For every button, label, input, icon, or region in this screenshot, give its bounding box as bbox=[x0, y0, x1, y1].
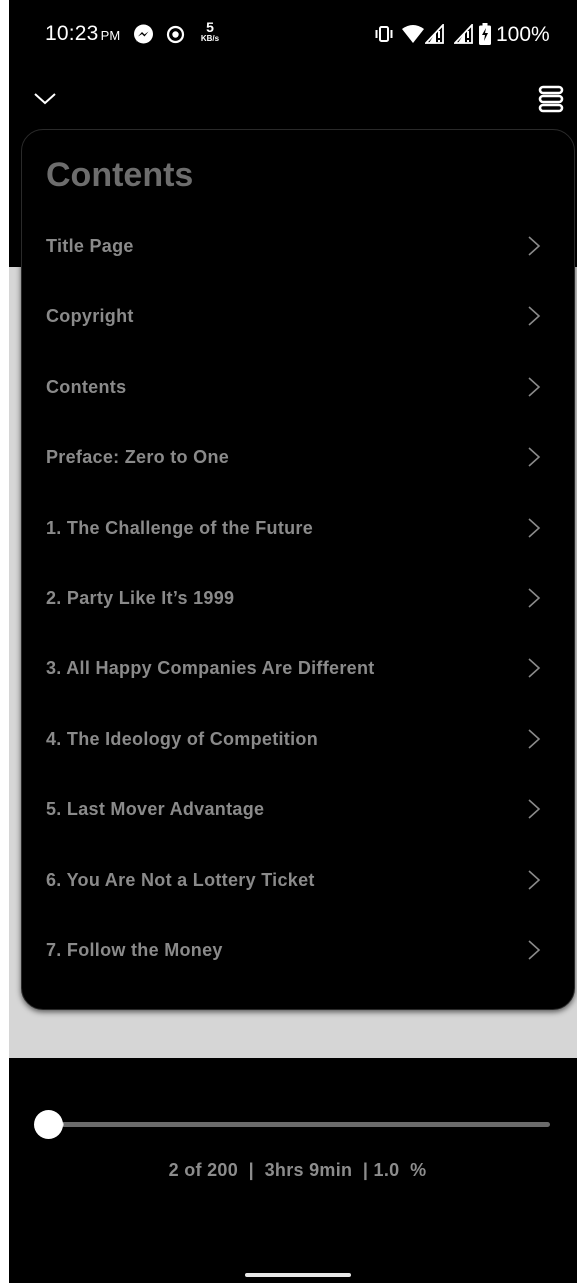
chevron-right-icon bbox=[528, 236, 541, 256]
messenger-icon bbox=[134, 24, 153, 44]
network-speed-unit: KB/s bbox=[200, 34, 220, 43]
top-bar bbox=[9, 68, 577, 130]
toc-item[interactable]: 4. The Ideology of Competition bbox=[22, 705, 576, 775]
toc-item-label: 7. Follow the Money bbox=[46, 939, 223, 960]
toc-item-label: Copyright bbox=[46, 306, 134, 327]
collapse-button[interactable] bbox=[31, 86, 59, 110]
signal-icon bbox=[454, 24, 473, 44]
chevron-right-icon bbox=[528, 940, 541, 960]
toc-item[interactable]: Preface: Zero to One bbox=[22, 423, 576, 493]
toc-item-label: Title Page bbox=[46, 236, 134, 256]
chevron-right-icon bbox=[528, 447, 541, 467]
toc-item-label: 2. Party Like It’s 1999 bbox=[46, 587, 235, 608]
home-indicator[interactable] bbox=[245, 1273, 351, 1277]
toc-item-label: 5. Last Mover Advantage bbox=[46, 799, 265, 820]
chevron-right-icon bbox=[528, 658, 541, 678]
record-icon bbox=[166, 25, 185, 44]
battery-percentage: 100% bbox=[496, 23, 550, 46]
toc-item[interactable]: 6. You Are Not a Lottery Ticket bbox=[22, 846, 576, 916]
network-speed: 5 KB/s bbox=[198, 20, 222, 43]
chevron-right-icon bbox=[528, 588, 541, 608]
chevron-right-icon bbox=[528, 517, 541, 538]
progress-info: 2 of 200 | 3hrs 9min | 1.0 % bbox=[168, 1160, 427, 1180]
toc-item-label: 6. You Are Not a Lottery Ticket bbox=[46, 869, 315, 890]
status-time-ampm: PM bbox=[100, 28, 121, 43]
toc-item[interactable]: Contents bbox=[22, 353, 576, 423]
progress-slider[interactable] bbox=[59, 1122, 550, 1127]
menu-stack-icon bbox=[538, 85, 564, 113]
contents-title: Contents bbox=[46, 156, 194, 194]
app-screen: 10:23 PM 5 KB/s 100% Contents Title Page… bbox=[9, 0, 577, 1283]
toc-item-label: Preface: Zero to One bbox=[46, 447, 230, 468]
chevron-right-icon bbox=[528, 869, 541, 890]
status-time: 10:23 PM bbox=[45, 22, 120, 46]
toc-item[interactable]: Copyright bbox=[22, 282, 576, 352]
toc-item[interactable]: Title Page bbox=[22, 212, 576, 282]
chevron-right-icon bbox=[528, 729, 541, 749]
toc-item[interactable]: 3. All Happy Companies Are Different bbox=[22, 634, 576, 704]
chevron-down-icon bbox=[34, 93, 56, 105]
progress-slider-thumb[interactable] bbox=[34, 1110, 63, 1139]
contents-panel: Contents Title Page Copyright Contents Pref… bbox=[21, 129, 575, 1010]
toc-item[interactable]: 7. Follow the Money bbox=[22, 916, 576, 986]
reading-page-edge bbox=[9, 1034, 577, 1058]
wifi-icon bbox=[402, 25, 424, 43]
network-speed-value: 5 bbox=[206, 19, 214, 35]
toc-item-label: 1. The Challenge of the Future bbox=[46, 517, 314, 538]
chevron-right-icon bbox=[528, 377, 541, 397]
battery-charging-icon bbox=[479, 23, 491, 45]
chevron-right-icon bbox=[528, 306, 541, 326]
toc-item-label: 4. The Ideology of Competition bbox=[46, 728, 318, 749]
chevron-right-icon bbox=[528, 799, 541, 819]
toc-item[interactable]: 1. The Challenge of the Future bbox=[22, 494, 576, 564]
vibrate-icon bbox=[375, 26, 393, 42]
toc-item-label: Contents bbox=[46, 376, 127, 397]
toc-item[interactable]: 2. Party Like It’s 1999 bbox=[22, 564, 576, 634]
menu-button[interactable] bbox=[538, 85, 564, 113]
toc-item[interactable]: 5. Last Mover Advantage bbox=[22, 775, 576, 845]
status-time-value: 10:23 bbox=[45, 22, 99, 45]
status-bar: 10:23 PM 5 KB/s 100% bbox=[9, 0, 577, 68]
toc-item-label: 3. All Happy Companies Are Different bbox=[46, 658, 375, 679]
signal-icon bbox=[425, 24, 444, 44]
toc-list: Title Page Copyright Contents Preface: Zero… bbox=[22, 212, 576, 986]
